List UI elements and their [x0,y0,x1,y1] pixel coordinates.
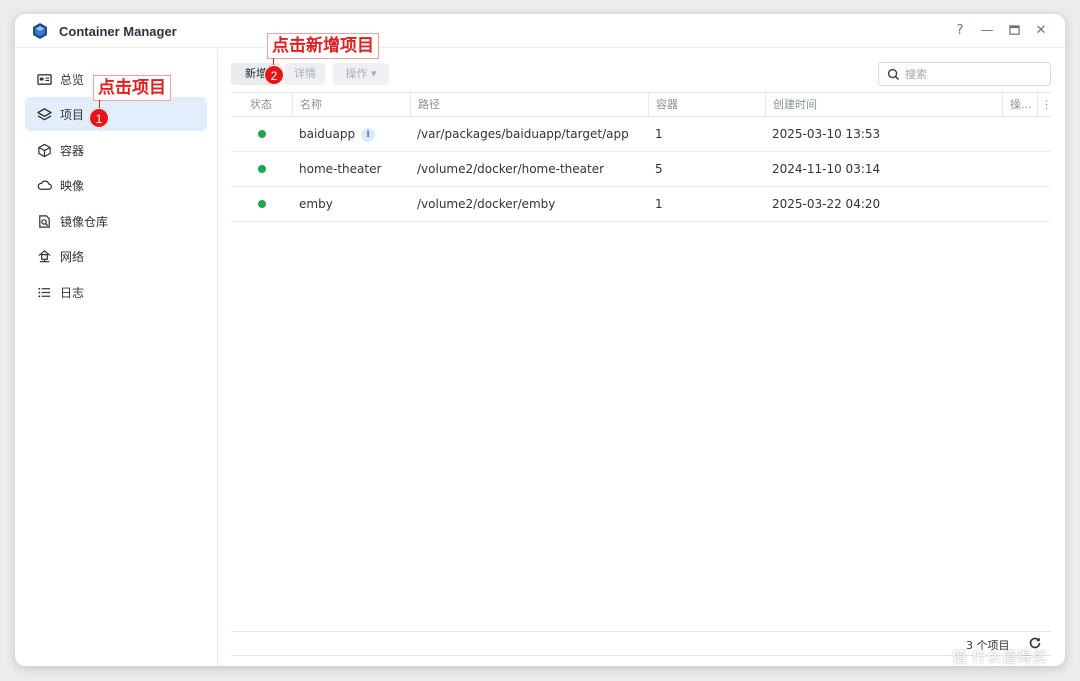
status-dot [258,165,266,173]
container-count: 1 [655,197,663,211]
search-icon [887,68,900,81]
annotation-step2-badge: 2 [264,65,284,85]
list-icon [38,287,51,297]
sidebar-item-label: 日志 [60,285,85,300]
sidebar-item-label: 容器 [60,143,85,158]
project-path: /volume2/docker/home-theater [417,162,605,176]
status-dot [258,200,266,208]
sidebar-item-images[interactable]: 映像 [25,168,207,202]
col-path-header[interactable]: 路径 [410,93,648,117]
project-path: /volume2/docker/emby [417,197,556,211]
sidebar-item-registry[interactable]: 镜像仓库 [25,204,207,238]
table-row[interactable]: emby /volume2/docker/emby 1 2025-03-22 0… [231,187,1051,222]
sidebar-item-label: 网络 [60,249,85,264]
cube-icon [38,143,51,157]
cloud-icon [37,180,52,190]
sidebar-item-containers[interactable]: 容器 [25,133,207,167]
col-name-header[interactable]: 名称 [292,93,410,117]
search-input[interactable] [905,65,1045,83]
container-count: 1 [655,127,663,141]
col-containers-header[interactable]: 容器 [648,93,765,117]
table-header: 状态 名称 路径 容器 创建时间 操... ⋮ [231,92,1052,117]
table-row[interactable]: home-theater /volume2/docker/home-theate… [231,152,1051,187]
registry-icon [39,214,50,228]
sidebar-item-network[interactable]: 网络 [25,239,207,273]
details-button[interactable]: 详情 [285,63,325,85]
sidebar-item-label: 项目 [60,107,85,122]
title-bar: Container Manager ? — ✕ [15,14,1065,48]
info-icon[interactable]: i [361,128,376,142]
network-icon [38,249,51,262]
sidebar: 总览 项目 容器 映像 镜像仓库 网络 日志 [15,49,218,666]
action-dropdown-button[interactable]: 操作 ▾ [333,63,389,85]
created-time: 2025-03-22 04:20 [772,197,881,211]
minimize-icon[interactable]: — [977,21,997,41]
layers-icon [37,107,52,120]
col-created-header[interactable]: 创建时间 [765,93,1002,117]
sidebar-item-label: 镜像仓库 [60,214,109,229]
sidebar-item-label: 映像 [60,178,85,193]
maximize-icon[interactable] [1004,21,1024,41]
app-window: Container Manager ? — ✕ 总览 项目 容器 映像 镜像仓库 [15,14,1065,666]
app-title: Container Manager [59,24,177,39]
project-path: /var/packages/baiduapp/target/app [417,127,629,141]
created-time: 2024-11-10 03:14 [772,162,881,176]
container-manager-logo-icon [33,23,47,39]
created-time: 2025-03-10 13:53 [772,127,881,141]
footer-divider [231,631,1051,632]
help-icon[interactable]: ? [950,21,970,41]
watermark: 值 什么值得买 [952,648,1047,666]
project-name-text: baiduapp [299,127,356,141]
sidebar-item-label: 总览 [60,72,85,87]
column-menu-icon[interactable]: ⋮ [1037,93,1052,117]
footer-divider [231,655,1051,656]
col-ops-header[interactable]: 操... [1002,93,1037,117]
project-name: baiduapp i [299,117,376,151]
project-name: emby [299,197,333,211]
annotation-step2-label: 点击新增项目 [267,33,379,59]
project-name: home-theater [299,162,382,176]
annotation-step1-label: 点击项目 [93,75,171,101]
close-icon[interactable]: ✕ [1031,21,1051,41]
search-box [878,62,1051,86]
sidebar-item-projects[interactable]: 项目 [25,97,207,131]
col-status-header[interactable]: 状态 [243,93,272,117]
sidebar-item-logs[interactable]: 日志 [25,275,207,309]
container-count: 5 [655,162,663,176]
status-dot [258,130,266,138]
annotation-step1-badge: 1 [89,108,109,128]
table-row[interactable]: baiduapp i /var/packages/baiduapp/target/… [231,117,1051,152]
overview-icon [37,73,52,85]
